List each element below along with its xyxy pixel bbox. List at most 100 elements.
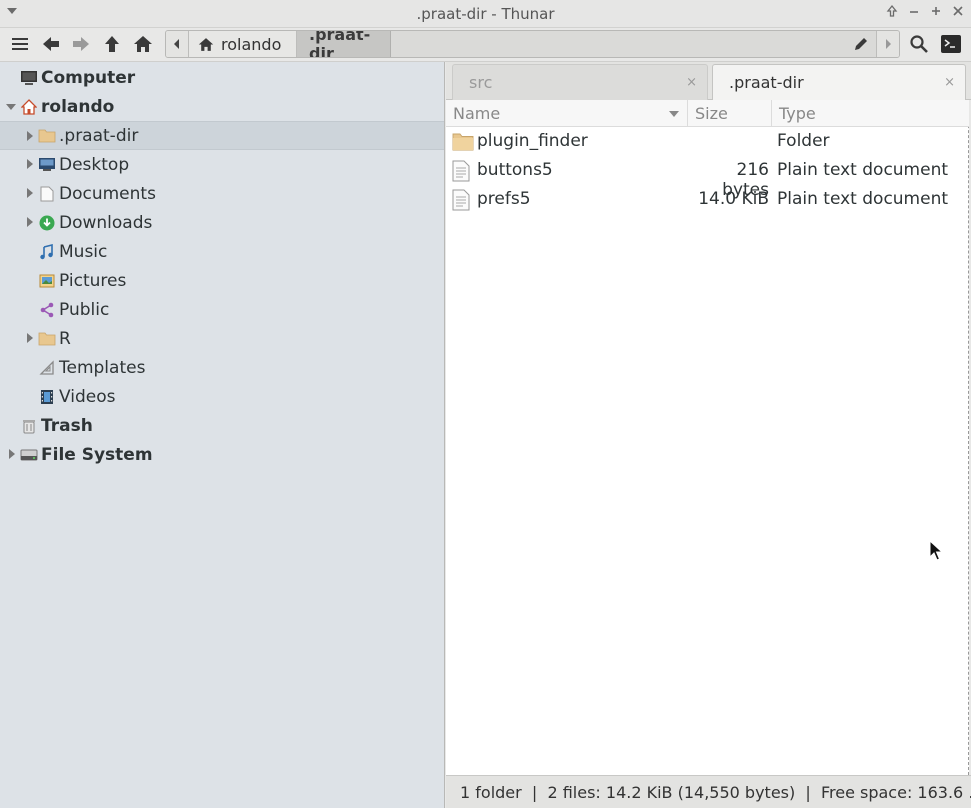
- collapse-arrow-icon[interactable]: [6, 104, 16, 110]
- status-bar: 1 folder | 2 files: 14.2 KiB (14,550 byt…: [446, 775, 971, 808]
- column-type-label: Type: [779, 104, 816, 123]
- expand-arrow-icon[interactable]: [27, 188, 33, 198]
- search-icon: [910, 35, 928, 53]
- toolbar: rolando .praat-dir: [0, 28, 971, 62]
- column-type-header[interactable]: Type: [772, 100, 969, 127]
- path-button-home[interactable]: rolando: [189, 31, 297, 57]
- terminal-button[interactable]: [938, 31, 964, 57]
- desktop-icon: [38, 156, 56, 174]
- path-button-current[interactable]: .praat-dir: [297, 31, 391, 57]
- tab-praat-dir[interactable]: .praat-dir ×: [712, 64, 966, 100]
- file-name: prefs5: [477, 189, 531, 209]
- tab-label: src: [469, 73, 493, 92]
- folder-icon: [38, 330, 56, 348]
- column-header: Name Size Type: [446, 100, 969, 127]
- sort-descending-icon: [669, 111, 679, 117]
- home-icon: [134, 36, 152, 52]
- expand-arrow-icon[interactable]: [9, 449, 15, 459]
- sidebar-item-label: File System: [41, 444, 153, 465]
- column-size-label: Size: [695, 104, 728, 123]
- arrow-right-icon: [73, 37, 89, 51]
- sidebar-item-label: R: [59, 328, 71, 349]
- pictures-icon: [38, 272, 56, 290]
- sidebar-item-praat-dir[interactable]: .praat-dir: [0, 121, 444, 150]
- back-button[interactable]: [38, 31, 64, 57]
- up-button[interactable]: [99, 31, 125, 57]
- text-file-icon: [452, 189, 472, 211]
- terminal-icon: [941, 35, 961, 53]
- expand-arrow-icon[interactable]: [27, 333, 33, 343]
- path-scroll-left-button[interactable]: [166, 31, 189, 57]
- drive-icon: [20, 446, 38, 464]
- minimize-icon[interactable]: [907, 4, 921, 22]
- sidebar-item-label: Videos: [59, 386, 116, 407]
- sidebar-item-rolando[interactable]: rolando: [0, 92, 444, 121]
- mouse-pointer-icon: [929, 539, 944, 566]
- tab-close-icon[interactable]: ×: [944, 75, 955, 90]
- sidebar-item-computer[interactable]: Computer: [0, 63, 444, 92]
- column-name-header[interactable]: Name: [446, 100, 688, 127]
- file-name: buttons5: [477, 160, 553, 180]
- title-bar: .praat-dir - Thunar: [0, 0, 971, 28]
- pencil-icon: [855, 38, 867, 50]
- arrow-left-icon: [43, 37, 59, 51]
- search-button[interactable]: [906, 31, 932, 57]
- sidebar-item-label: Pictures: [59, 270, 127, 291]
- file-row[interactable]: prefs5 14.0 KiB Plain text document: [446, 185, 969, 214]
- folder-icon: [38, 127, 56, 145]
- file-name: plugin_finder: [477, 131, 588, 151]
- sidebar-item-label: Templates: [59, 357, 146, 378]
- computer-icon: [20, 69, 38, 87]
- sidebar-item-trash[interactable]: Trash: [0, 411, 444, 440]
- template-icon: [38, 359, 56, 377]
- video-icon: [38, 388, 56, 406]
- music-icon: [38, 243, 56, 261]
- column-size-header[interactable]: Size: [688, 100, 772, 127]
- sidebar: Computer rolando .praat-dir Desktop Docu…: [0, 62, 445, 808]
- sidebar-item-label: rolando: [41, 96, 115, 117]
- sidebar-item-r[interactable]: R: [0, 324, 444, 353]
- forward-button[interactable]: [68, 31, 94, 57]
- arrow-up-icon: [105, 36, 119, 52]
- sidebar-item-public[interactable]: Public: [0, 295, 444, 324]
- sidebar-item-documents[interactable]: Documents: [0, 179, 444, 208]
- sidebar-item-label: Downloads: [59, 212, 153, 233]
- sidebar-item-label: Trash: [41, 415, 93, 436]
- sidebar-item-file-system[interactable]: File System: [0, 440, 444, 469]
- home-icon: [198, 37, 214, 51]
- sidebar-item-pictures[interactable]: Pictures: [0, 266, 444, 295]
- hamburger-icon: [12, 38, 28, 50]
- file-type: Plain text document: [777, 160, 949, 180]
- edit-location-button[interactable]: [847, 31, 875, 57]
- expand-arrow-icon[interactable]: [27, 217, 33, 227]
- home-button[interactable]: [130, 31, 156, 57]
- file-type: Plain text document: [777, 189, 949, 209]
- sidebar-item-videos[interactable]: Videos: [0, 382, 444, 411]
- path-scroll-right-button[interactable]: [876, 31, 899, 57]
- file-size: 14.0 KiB: [698, 189, 769, 209]
- keep-above-icon[interactable]: [885, 4, 899, 22]
- tab-close-icon[interactable]: ×: [686, 75, 697, 90]
- sidebar-item-downloads[interactable]: Downloads: [0, 208, 444, 237]
- sidebar-item-templates[interactable]: Templates: [0, 353, 444, 382]
- sidebar-item-music[interactable]: Music: [0, 237, 444, 266]
- maximize-icon[interactable]: [929, 4, 943, 22]
- tab-label: .praat-dir: [729, 73, 804, 92]
- folder-icon: [452, 131, 474, 151]
- column-name-label: Name: [453, 104, 501, 123]
- sidebar-item-desktop[interactable]: Desktop: [0, 150, 444, 179]
- window-title: .praat-dir - Thunar: [416, 5, 555, 23]
- expand-arrow-icon[interactable]: [27, 131, 33, 141]
- file-list-view[interactable]: Name Size Type plugin_finder Folder butt…: [446, 100, 969, 775]
- chevron-left-icon: [174, 39, 179, 49]
- sidebar-item-label: Computer: [41, 67, 136, 88]
- file-row[interactable]: buttons5 216 bytes Plain text document: [446, 156, 969, 200]
- close-icon[interactable]: [951, 4, 965, 22]
- file-row[interactable]: plugin_finder Folder: [446, 127, 969, 156]
- text-file-icon: [452, 160, 472, 182]
- location-bar: rolando .praat-dir: [165, 30, 900, 58]
- expand-arrow-icon[interactable]: [27, 159, 33, 169]
- tab-src[interactable]: src ×: [452, 64, 708, 100]
- document-icon: [38, 185, 56, 203]
- menu-button[interactable]: [7, 31, 33, 57]
